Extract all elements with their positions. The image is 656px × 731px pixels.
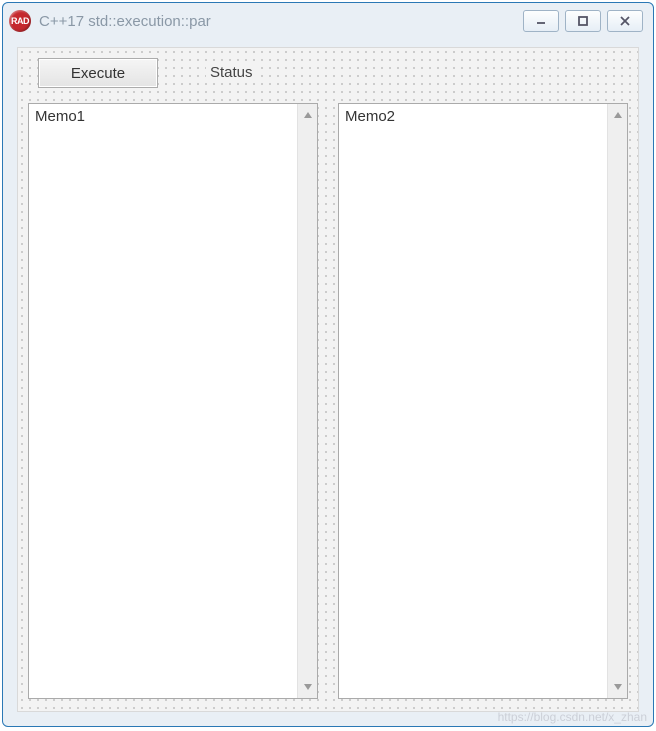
maximize-button[interactable]	[565, 10, 601, 32]
titlebar: RAD C++17 std::execution::par	[3, 3, 653, 39]
app-icon: RAD	[9, 10, 31, 32]
execute-button[interactable]: Execute	[38, 58, 158, 88]
form-designer-surface[interactable]: Execute Status Memo1 Memo2	[17, 47, 639, 712]
memo2-textarea[interactable]: Memo2	[338, 103, 628, 699]
window-controls	[523, 10, 643, 32]
window-title: C++17 std::execution::par	[39, 13, 523, 30]
scroll-down-icon[interactable]	[608, 676, 627, 698]
memo1-scrollbar[interactable]	[297, 104, 317, 698]
memo2-scrollbar[interactable]	[607, 104, 627, 698]
minimize-button[interactable]	[523, 10, 559, 32]
close-button[interactable]	[607, 10, 643, 32]
scroll-up-icon[interactable]	[298, 104, 317, 126]
watermark-text: https://blog.csdn.net/x_zhan	[498, 710, 647, 724]
memo2-content[interactable]: Memo2	[339, 104, 607, 698]
memo1-content[interactable]: Memo1	[29, 104, 297, 698]
application-window: RAD C++17 std::execution::par Execute St…	[2, 2, 654, 727]
memo1-textarea[interactable]: Memo1	[28, 103, 318, 699]
scroll-down-icon[interactable]	[298, 676, 317, 698]
scroll-up-icon[interactable]	[608, 104, 627, 126]
status-label: Status	[206, 64, 257, 81]
